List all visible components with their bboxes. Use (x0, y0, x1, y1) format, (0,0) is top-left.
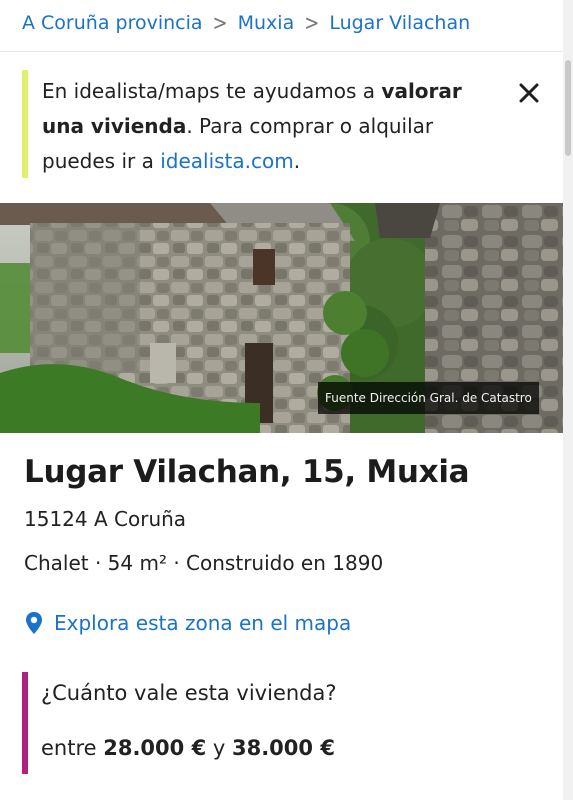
explore-map-label: Explora esta zona en el mapa (54, 611, 352, 635)
idealista-link[interactable]: idealista.com (160, 149, 294, 173)
valuation-box: ¿Cuánto vale esta vivienda? entre 28.000… (22, 672, 542, 774)
banner-text-end: . (293, 149, 301, 173)
close-icon[interactable] (516, 80, 542, 106)
breadcrumb-item-municipality[interactable]: Muxia (238, 12, 295, 34)
map-pin-icon (26, 612, 42, 634)
header-divider (0, 51, 562, 52)
breadcrumb-item-place[interactable]: Lugar Vilachan (329, 12, 470, 34)
property-title: Lugar Vilachan, 15, Muxia (24, 454, 470, 490)
valuation-min: 28.000 € (103, 736, 207, 760)
breadcrumb: A Coruña provincia > Muxia > Lugar Vilac… (22, 10, 470, 36)
valuation-max: 38.000 € (231, 736, 335, 760)
valuation-prefix: entre (41, 736, 104, 760)
info-banner: En idealista/maps te ayudamos a valorar … (22, 70, 542, 178)
valuation-accent-bar (22, 672, 28, 774)
banner-text: En idealista/maps te ayudamos a valorar … (42, 74, 492, 179)
valuation-question: ¿Cuánto vale esta vivienda? (41, 681, 337, 705)
valuation-connector: y (206, 736, 232, 760)
photo-credit: Fuente Dirección Gral. de Catastro (318, 382, 539, 414)
property-specs: Chalet · 54 m² · Construido en 1890 (24, 551, 384, 575)
banner-text-start: En idealista/maps te ayudamos a (42, 79, 382, 103)
valuation-range: entre 28.000 € y 38.000 € (41, 736, 335, 760)
breadcrumb-item-province[interactable]: A Coruña provincia (22, 12, 203, 34)
chevron-right-icon: > (304, 10, 320, 36)
chevron-right-icon: > (212, 10, 228, 36)
banner-accent-bar (22, 70, 28, 178)
property-postal: 15124 A Coruña (24, 507, 187, 531)
explore-map-link[interactable]: Explora esta zona en el mapa (24, 608, 351, 638)
scrollbar-thumb[interactable] (565, 60, 571, 156)
